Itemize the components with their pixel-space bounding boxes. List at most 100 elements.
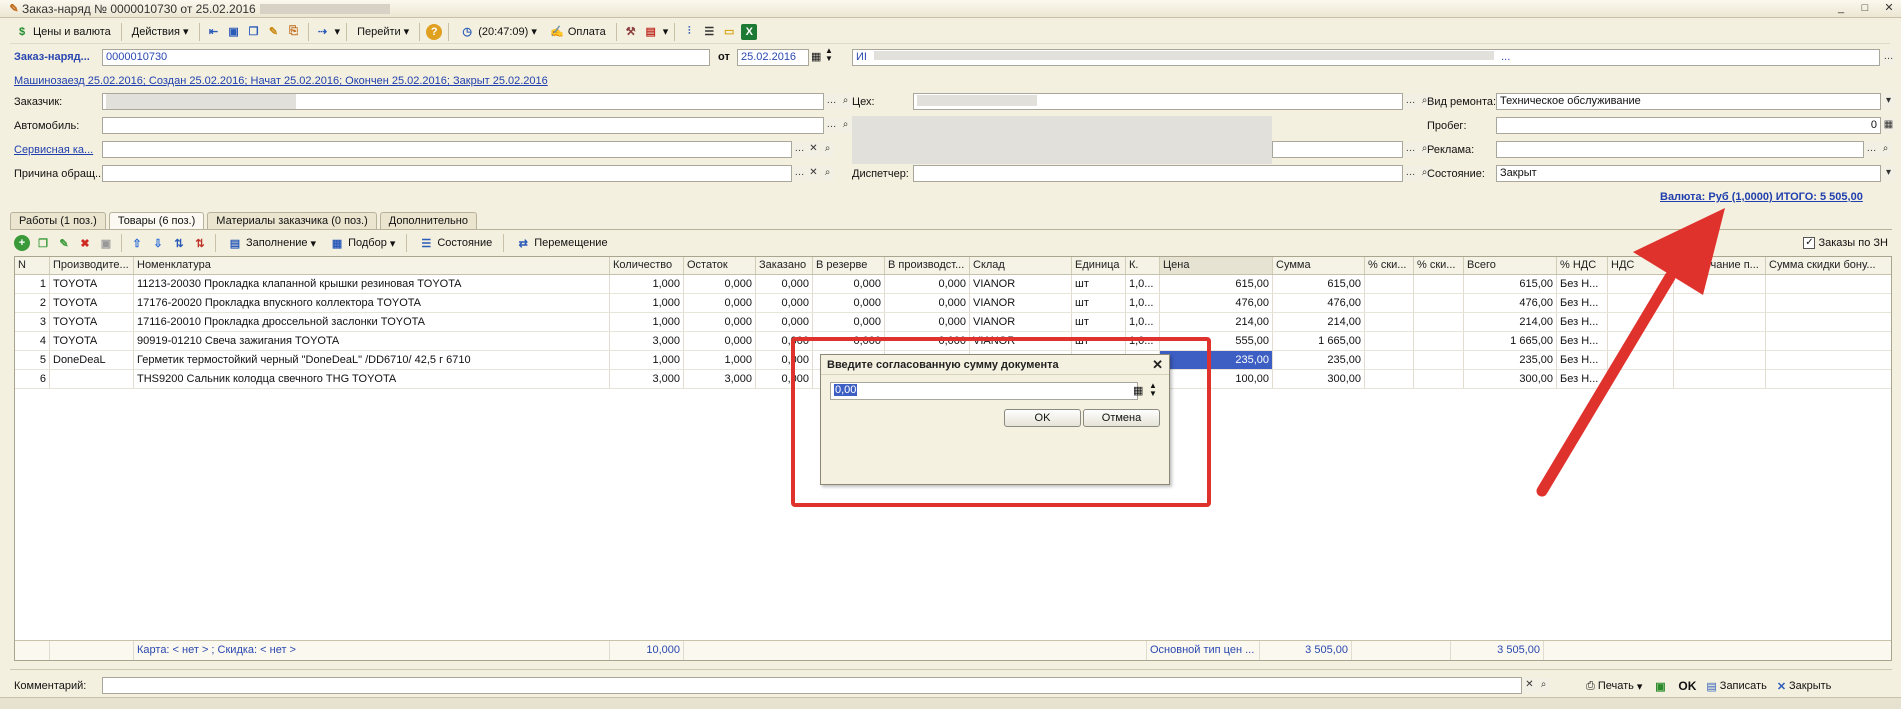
table-cell[interactable]: VIANOR bbox=[970, 275, 1072, 293]
select-button[interactable]: … bbox=[1404, 142, 1417, 157]
table-cell[interactable]: 17176-20020 Прокладка впускного коллекто… bbox=[134, 294, 610, 312]
column-header[interactable]: Остаток bbox=[684, 257, 756, 274]
table-cell[interactable]: 1,000 bbox=[684, 351, 756, 369]
search-icon[interactable]: ⌕ bbox=[821, 142, 834, 157]
dispatcher-field[interactable] bbox=[913, 165, 1403, 182]
select-button[interactable]: … bbox=[1404, 94, 1417, 109]
table-cell[interactable]: VIANOR bbox=[970, 313, 1072, 331]
close-button[interactable]: ✕ Закрыть bbox=[1777, 680, 1832, 693]
table-cell[interactable]: 476,00 bbox=[1273, 294, 1365, 312]
column-header[interactable]: В резерве bbox=[813, 257, 885, 274]
search-icon[interactable]: ⌕ bbox=[839, 118, 852, 133]
table-cell[interactable] bbox=[1766, 294, 1891, 312]
sort-desc-icon[interactable]: ⇅ bbox=[192, 235, 208, 251]
ad-field[interactable] bbox=[1496, 141, 1864, 158]
table-cell[interactable]: 17116-20010 Прокладка дроссельной заслон… bbox=[134, 313, 610, 331]
table-cell[interactable]: 3 bbox=[15, 313, 50, 331]
service-card-field[interactable] bbox=[102, 141, 792, 158]
table-cell[interactable]: Герметик термостойкий черный "DoneDeaL" … bbox=[134, 351, 610, 369]
state-dropdown-icon[interactable]: ▾ bbox=[1882, 166, 1895, 181]
table-cell[interactable]: VIANOR bbox=[970, 294, 1072, 312]
post-close-icon[interactable]: ▣ bbox=[1652, 678, 1668, 694]
restore-button[interactable]: □ bbox=[1857, 1, 1873, 16]
end-edit-icon[interactable]: ▣ bbox=[98, 235, 114, 251]
table-cell[interactable] bbox=[1414, 351, 1464, 369]
table-cell[interactable]: 0,000 bbox=[756, 313, 813, 331]
sum-stepper-icon[interactable]: ▲ ▼ bbox=[1149, 382, 1157, 398]
column-header[interactable]: Количество bbox=[610, 257, 684, 274]
table-cell[interactable]: шт bbox=[1072, 275, 1126, 293]
table-cell[interactable]: 2 bbox=[15, 294, 50, 312]
table-cell[interactable]: 214,00 bbox=[1160, 313, 1273, 331]
document-history-link[interactable]: Машинозаезд 25.02.2016; Создан 25.02.201… bbox=[14, 75, 548, 87]
table-cell[interactable] bbox=[1365, 332, 1414, 350]
column-header[interactable]: Цена bbox=[1160, 257, 1273, 274]
search-icon[interactable]: ⌕ bbox=[821, 166, 834, 181]
table-cell[interactable]: 0,000 bbox=[684, 275, 756, 293]
table-cell[interactable] bbox=[1414, 275, 1464, 293]
select-button[interactable]: … bbox=[793, 142, 806, 157]
table-cell[interactable]: 3,000 bbox=[610, 332, 684, 350]
print-forms-icon[interactable]: ▤ bbox=[643, 24, 659, 40]
select-button[interactable]: … bbox=[1404, 166, 1417, 181]
fill-menu[interactable]: ▤ Заполнение ▾ bbox=[223, 233, 320, 253]
table-cell[interactable] bbox=[1365, 275, 1414, 293]
table-cell[interactable]: 3,000 bbox=[684, 370, 756, 388]
edit-icon[interactable]: ✎ bbox=[56, 235, 72, 251]
copy-row-icon[interactable]: ❐ bbox=[35, 235, 51, 251]
payment-button[interactable]: ✍ Оплата bbox=[545, 22, 610, 42]
table-cell[interactable]: 1,0... bbox=[1126, 275, 1160, 293]
folder-icon[interactable]: ▭ bbox=[721, 24, 737, 40]
select-button[interactable]: … bbox=[793, 166, 806, 181]
copy-document-icon[interactable]: ❐ bbox=[246, 24, 262, 40]
tab-additional[interactable]: Дополнительно bbox=[379, 212, 477, 229]
search-icon[interactable]: ⌕ bbox=[839, 94, 852, 109]
table-cell[interactable]: 1,000 bbox=[610, 313, 684, 331]
table-cell[interactable]: 0,000 bbox=[813, 313, 885, 331]
column-header[interactable]: % ски... bbox=[1414, 257, 1464, 274]
table-cell[interactable]: 0,000 bbox=[756, 294, 813, 312]
table-cell[interactable]: 0,000 bbox=[885, 275, 970, 293]
table-cell[interactable]: 4 bbox=[15, 332, 50, 350]
organization-more-button[interactable]: … bbox=[1882, 50, 1895, 65]
table-cell[interactable] bbox=[1365, 313, 1414, 331]
search-icon[interactable]: ⌕ bbox=[1879, 142, 1892, 157]
table-cell[interactable]: шт bbox=[1072, 294, 1126, 312]
table-cell[interactable]: 1,000 bbox=[610, 351, 684, 369]
table-cell[interactable]: 1,000 bbox=[610, 294, 684, 312]
column-header[interactable]: Заказано bbox=[756, 257, 813, 274]
actions-menu[interactable]: Действия ▾ bbox=[128, 22, 193, 42]
table-cell[interactable]: TOYOTA bbox=[50, 275, 134, 293]
table-cell[interactable]: 6 bbox=[15, 370, 50, 388]
table-cell[interactable]: TOYOTA bbox=[50, 313, 134, 331]
date-field[interactable]: 25.02.2016 bbox=[737, 49, 809, 66]
help-icon[interactable]: ? bbox=[426, 23, 443, 40]
order-number-field[interactable]: 0000010730 bbox=[102, 49, 710, 66]
goto-menu[interactable]: Перейти ▾ bbox=[353, 22, 413, 42]
table-cell[interactable] bbox=[1365, 370, 1414, 388]
select-button[interactable]: … bbox=[1865, 142, 1878, 157]
table-cell[interactable] bbox=[1766, 275, 1891, 293]
dialog-ok-button[interactable]: OK bbox=[1004, 409, 1081, 427]
column-header[interactable]: Производите... bbox=[50, 257, 134, 274]
table-cell[interactable] bbox=[1414, 313, 1464, 331]
repair-type-field[interactable]: Техническое обслуживание bbox=[1496, 93, 1881, 110]
orders-checkbox-control[interactable]: ✓ Заказы по ЗН bbox=[1799, 233, 1892, 253]
table-cell[interactable]: 0,000 bbox=[684, 313, 756, 331]
service-card-label[interactable]: Сервисная ка... bbox=[14, 144, 93, 156]
state-field[interactable]: Закрыт bbox=[1496, 165, 1881, 182]
table-cell[interactable]: 1,0... bbox=[1126, 294, 1160, 312]
table-cell[interactable] bbox=[1766, 332, 1891, 350]
table-cell[interactable] bbox=[1766, 313, 1891, 331]
time-button[interactable]: ◷ (20:47:09) ▾ bbox=[455, 22, 541, 42]
hierarchy-icon[interactable]: ⫶ bbox=[681, 24, 697, 40]
move-up-icon[interactable]: ⇧ bbox=[129, 235, 145, 251]
table-cell[interactable]: шт bbox=[1072, 313, 1126, 331]
table-cell[interactable]: 214,00 bbox=[1273, 313, 1365, 331]
post-document-icon[interactable]: ⇤ bbox=[206, 24, 222, 40]
print-button[interactable]: ⎙ Печать ▾ bbox=[1586, 680, 1642, 693]
repair-type-dropdown-icon[interactable]: ▾ bbox=[1882, 94, 1895, 109]
structure-icon[interactable]: ⚒ bbox=[623, 24, 639, 40]
table-cell[interactable]: 1,0... bbox=[1126, 313, 1160, 331]
table-cell[interactable]: THS9200 Сальник колодца свечного THG TOY… bbox=[134, 370, 610, 388]
